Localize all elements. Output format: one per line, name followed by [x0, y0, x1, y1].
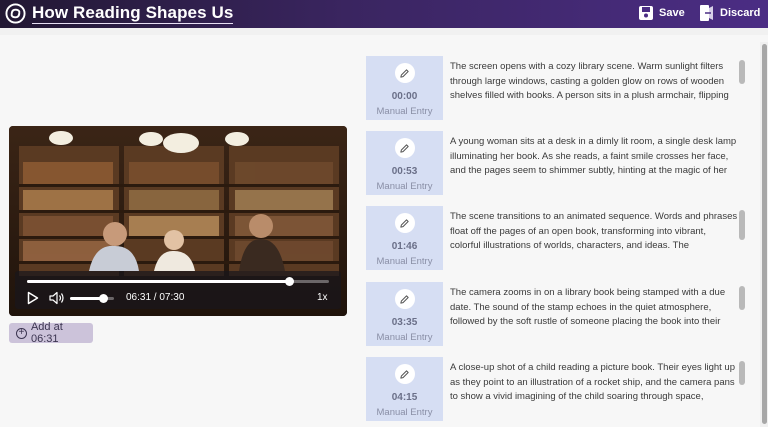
- entry-row[interactable]: 00:00 Manual Entry The screen opens with a…: [366, 56, 750, 120]
- discard-label: Discard: [720, 7, 761, 19]
- add-entry-button[interactable]: + Add at 06:31: [9, 321, 93, 345]
- entry-type-label: Manual Entry: [376, 106, 433, 117]
- discard-icon: [700, 5, 713, 21]
- discard-button[interactable]: Discard: [699, 3, 760, 23]
- entry-description[interactable]: The scene transitions to an animated seq…: [450, 210, 738, 254]
- entry-description[interactable]: The screen opens with a cozy library sce…: [450, 60, 738, 104]
- entry-type-label: Manual Entry: [376, 332, 433, 343]
- entry-tile: 04:15 Manual Entry: [366, 357, 443, 421]
- entry-scrollbar[interactable]: [739, 286, 745, 310]
- video-player[interactable]: 06:31 / 07:30 1x: [9, 126, 347, 316]
- entry-type-label: Manual Entry: [376, 256, 433, 267]
- edit-entry-button[interactable]: [394, 213, 415, 233]
- app-header: How Reading Shapes Us Save Discard: [0, 0, 768, 28]
- header-divider: [0, 28, 768, 35]
- video-controls: 06:31 / 07:30 1x: [15, 271, 341, 309]
- volume-icon[interactable]: [49, 291, 65, 305]
- entry-timestamp: 00:53: [391, 166, 418, 177]
- play-icon[interactable]: [27, 291, 39, 305]
- entry-description[interactable]: The camera zooms in on a library book be…: [450, 286, 738, 330]
- entry-scrollbar[interactable]: [739, 60, 745, 84]
- entry-row[interactable]: 04:15 Manual Entry A close-up shot of a ch…: [366, 357, 750, 421]
- entry-timestamp: 03:35: [391, 317, 418, 328]
- entry-tile: 03:35 Manual Entry: [366, 282, 443, 346]
- entry-description[interactable]: A young woman sits at a desk in a dimly …: [450, 135, 738, 179]
- entry-scrollbar[interactable]: [739, 210, 745, 240]
- entry-timestamp: 01:46: [391, 241, 418, 252]
- page-title[interactable]: How Reading Shapes Us: [32, 4, 234, 24]
- entry-description[interactable]: A close-up shot of a child reading a pic…: [450, 361, 738, 405]
- progress-bar[interactable]: [27, 277, 329, 286]
- pencil-icon: [400, 369, 409, 379]
- entry-row[interactable]: 01:46 Manual Entry The scene transitions t…: [366, 206, 750, 270]
- entry-scrollbar[interactable]: [739, 361, 745, 385]
- edit-entry-button[interactable]: [394, 63, 415, 83]
- add-entry-label: Add at 06:31: [30, 321, 63, 345]
- save-icon: [639, 6, 653, 20]
- entry-timestamp: 04:15: [391, 392, 418, 403]
- edit-entry-button[interactable]: [394, 364, 415, 384]
- entry-type-label: Manual Entry: [376, 181, 433, 192]
- entry-row[interactable]: 00:53 Manual Entry A young woman sits at a…: [366, 131, 750, 195]
- entry-tile: 00:53 Manual Entry: [366, 131, 443, 195]
- edit-entry-button[interactable]: [394, 289, 415, 309]
- save-label: Save: [659, 7, 685, 19]
- volume-handle[interactable]: [98, 294, 108, 303]
- entry-type-label: Manual Entry: [376, 407, 433, 418]
- entry-timestamp: 00:00: [391, 91, 418, 102]
- entry-row[interactable]: 03:35 Manual Entry The camera zooms in on …: [366, 282, 750, 346]
- time-display: 06:31 / 07:30: [126, 292, 185, 303]
- playback-speed-button[interactable]: 1x: [317, 292, 328, 303]
- page-scrollbar-thumb[interactable]: [762, 44, 767, 424]
- page-scrollbar[interactable]: [760, 42, 768, 427]
- volume-slider[interactable]: [70, 294, 114, 303]
- progress-fill: [27, 280, 290, 283]
- save-button[interactable]: Save: [638, 3, 685, 23]
- entry-tile: 01:46 Manual Entry: [366, 206, 443, 270]
- pencil-icon: [400, 68, 409, 78]
- progress-handle[interactable]: [284, 277, 294, 286]
- pencil-icon: [400, 218, 409, 228]
- entry-tile: 00:00 Manual Entry: [366, 56, 443, 120]
- pencil-icon: [400, 294, 409, 304]
- plus-icon: +: [16, 327, 27, 339]
- edit-entry-button[interactable]: [394, 138, 415, 158]
- app-logo-icon[interactable]: [5, 3, 26, 24]
- pencil-icon: [400, 143, 409, 153]
